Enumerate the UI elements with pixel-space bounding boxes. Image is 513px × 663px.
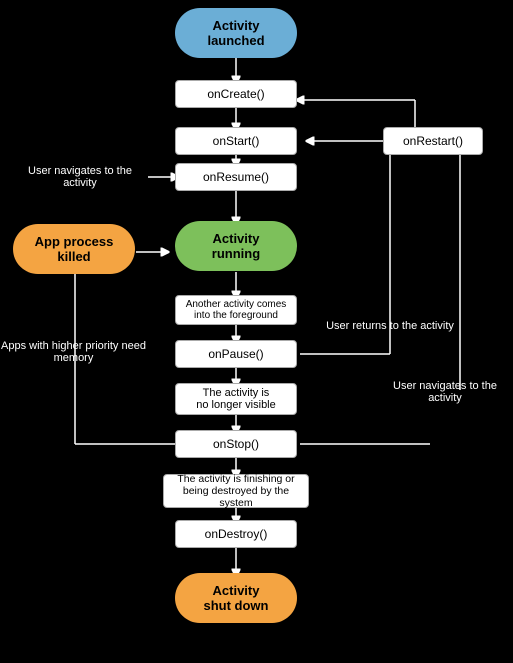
- on-start-node: onStart(): [175, 127, 297, 155]
- on-restart-node: onRestart(): [383, 127, 483, 155]
- on-destroy-node: onDestroy(): [175, 520, 297, 548]
- no-longer-visible-label: The activity is no longer visible: [196, 387, 276, 411]
- finishing-destroyed-label: The activity is finishing or being destr…: [172, 473, 300, 509]
- on-resume-label: onResume(): [203, 170, 269, 184]
- activity-running-label: Activity running: [212, 231, 260, 261]
- diagram: Activity launched onCreate() onStart() o…: [0, 0, 513, 663]
- another-activity-label: Another activity comes into the foregrou…: [186, 299, 287, 321]
- apps-priority-label: Apps with higher priority need memory: [1, 340, 146, 364]
- on-start-label: onStart(): [213, 134, 260, 148]
- activity-launched-node: Activity launched: [175, 8, 297, 58]
- on-resume-node: onResume(): [175, 163, 297, 191]
- activity-launched-label: Activity launched: [207, 18, 264, 48]
- on-stop-label: onStop(): [213, 437, 259, 451]
- activity-running-node: Activity running: [175, 221, 297, 271]
- on-pause-label: onPause(): [208, 347, 263, 361]
- another-activity-box: Another activity comes into the foregrou…: [175, 295, 297, 325]
- finishing-destroyed-box: The activity is finishing or being destr…: [163, 474, 309, 508]
- on-create-label: onCreate(): [207, 87, 264, 101]
- on-restart-label: onRestart(): [403, 134, 463, 148]
- activity-shut-down-node: Activity shut down: [175, 573, 297, 623]
- user-navigates-bottom-label: User navigates to the activity: [380, 380, 510, 404]
- user-navigates-label: User navigates to the activity: [10, 165, 150, 189]
- no-longer-visible-box: The activity is no longer visible: [175, 383, 297, 415]
- app-process-killed-node: App process killed: [13, 224, 135, 274]
- on-stop-node: onStop(): [175, 430, 297, 458]
- on-create-node: onCreate(): [175, 80, 297, 108]
- app-process-killed-label: App process killed: [35, 234, 114, 264]
- on-destroy-label: onDestroy(): [205, 527, 268, 541]
- activity-shut-down-label: Activity shut down: [204, 583, 269, 613]
- user-returns-label: User returns to the activity: [325, 320, 455, 332]
- on-pause-node: onPause(): [175, 340, 297, 368]
